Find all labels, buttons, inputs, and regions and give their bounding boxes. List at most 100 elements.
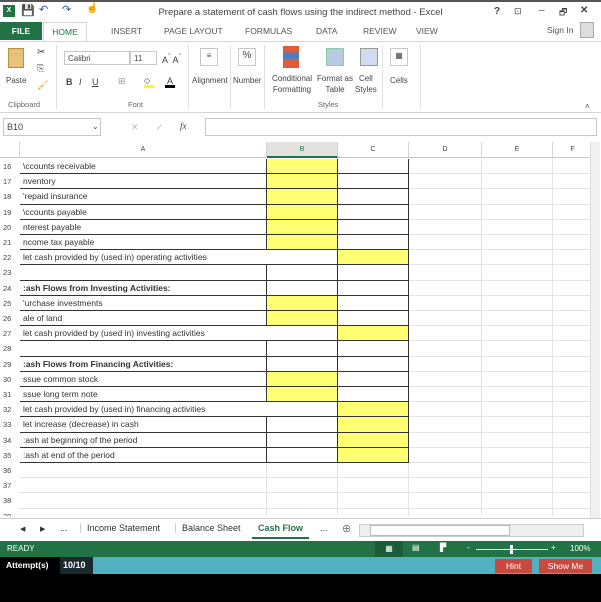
- row-label-cell[interactable]: ncome tax payable: [20, 235, 267, 251]
- cell-b[interactable]: [267, 265, 338, 281]
- hint-button[interactable]: Hint: [495, 559, 532, 573]
- formula-input[interactable]: [205, 118, 597, 136]
- cell[interactable]: [553, 463, 590, 479]
- cell[interactable]: [482, 250, 553, 266]
- cell[interactable]: [482, 478, 553, 494]
- row-label-cell[interactable]: 'urchase investments: [20, 295, 267, 311]
- format-painter-icon[interactable]: 🖌: [37, 80, 48, 91]
- cell[interactable]: [553, 220, 590, 235]
- cell[interactable]: [553, 159, 590, 175]
- underline-button[interactable]: U: [92, 77, 99, 87]
- input-cell-b[interactable]: [267, 159, 338, 175]
- input-cell-c[interactable]: [338, 402, 409, 418]
- tab-page-layout[interactable]: PAGE LAYOUT: [164, 26, 223, 36]
- input-cell-b[interactable]: [267, 311, 338, 327]
- more-sheets-left[interactable]: ...: [60, 523, 68, 533]
- column-header[interactable]: E: [482, 142, 553, 158]
- input-cell-b[interactable]: [267, 371, 338, 387]
- row-header[interactable]: 16: [0, 159, 20, 175]
- cell-c[interactable]: [338, 341, 409, 357]
- cell[interactable]: [553, 493, 590, 509]
- tab-review[interactable]: REVIEW: [363, 26, 397, 36]
- grow-font-icon[interactable]: Aˆ Aˇ: [162, 52, 181, 65]
- row-label-cell[interactable]: [20, 508, 267, 516]
- cell[interactable]: [409, 478, 482, 494]
- sheet-tab-balance-sheet[interactable]: Balance Sheet: [175, 523, 241, 533]
- cell-styles-icon[interactable]: [360, 48, 378, 66]
- row-label-cell[interactable]: :ash at beginning of the period: [20, 432, 267, 448]
- row-label-cell[interactable]: ssue common stock: [20, 371, 267, 387]
- input-cell-c[interactable]: [338, 432, 409, 448]
- row-header[interactable]: 22: [0, 250, 20, 266]
- cell[interactable]: [482, 341, 553, 357]
- italic-button[interactable]: I: [79, 77, 82, 87]
- row-header[interactable]: 31: [0, 387, 20, 403]
- cell-b[interactable]: [267, 478, 338, 494]
- cell-c[interactable]: [338, 311, 409, 327]
- input-cell-c[interactable]: [338, 250, 409, 266]
- sheet-tab-income-statement[interactable]: Income Statement: [80, 523, 160, 533]
- tab-formulas[interactable]: FORMULAS: [245, 26, 292, 36]
- row-header[interactable]: 25: [0, 295, 20, 311]
- cell[interactable]: [482, 463, 553, 479]
- cell[interactable]: [409, 356, 482, 372]
- number-format-icon[interactable]: %: [238, 48, 256, 66]
- row-header[interactable]: 19: [0, 204, 20, 220]
- conditional-formatting-icon[interactable]: [283, 46, 299, 68]
- cell[interactable]: [409, 159, 482, 175]
- cell-b[interactable]: [267, 447, 338, 463]
- cell-c[interactable]: [338, 493, 409, 509]
- format-as-table-button[interactable]: Format as Table: [317, 73, 353, 95]
- cell[interactable]: [553, 189, 590, 205]
- alignment-button[interactable]: Alignment: [192, 76, 228, 85]
- cell-b[interactable]: [267, 356, 338, 372]
- row-label-cell[interactable]: let increase (decrease) in cash: [20, 417, 267, 433]
- enter-icon[interactable]: ✓: [156, 122, 164, 133]
- collapse-ribbon-icon[interactable]: ˄: [585, 102, 590, 111]
- row-label-cell[interactable]: [20, 478, 267, 494]
- chevron-down-icon[interactable]: ⌄: [92, 122, 99, 131]
- cell[interactable]: [409, 265, 482, 281]
- close-button[interactable]: ✕: [580, 5, 588, 16]
- row-header[interactable]: 21: [0, 235, 20, 251]
- row-label-cell[interactable]: :ash at end of the period: [20, 447, 267, 463]
- cell[interactable]: [553, 402, 590, 418]
- cell-b[interactable]: [267, 463, 338, 479]
- cut-icon[interactable]: ✂: [37, 47, 45, 58]
- cell[interactable]: [409, 417, 482, 433]
- cell[interactable]: [482, 295, 553, 311]
- font-size-dropdown[interactable]: 11: [130, 51, 157, 65]
- cell[interactable]: [482, 219, 553, 235]
- cell[interactable]: [482, 508, 553, 516]
- cell-c[interactable]: [338, 280, 409, 296]
- cell[interactable]: [553, 326, 590, 342]
- select-all-corner[interactable]: [0, 142, 20, 158]
- row-label-cell[interactable]: \ccounts receivable: [20, 159, 267, 175]
- row-header[interactable]: 36: [0, 463, 20, 479]
- number-button[interactable]: Number: [233, 76, 261, 85]
- ribbon-display-icon[interactable]: ⊡: [514, 6, 522, 17]
- cell[interactable]: [482, 235, 553, 251]
- row-label-cell[interactable]: ale of land: [20, 311, 267, 327]
- cell[interactable]: [482, 326, 553, 342]
- cell[interactable]: [553, 433, 590, 448]
- scroll-tabs-left-icon[interactable]: ◀: [20, 525, 25, 533]
- cells-button[interactable]: Cells: [390, 76, 408, 85]
- row-label-cell[interactable]: 'repaid insurance: [20, 189, 267, 205]
- add-sheet-icon[interactable]: ⊕: [342, 522, 351, 535]
- cell[interactable]: [482, 311, 553, 327]
- input-cell-b[interactable]: [267, 189, 338, 205]
- cell[interactable]: [482, 174, 553, 190]
- row-label-cell[interactable]: :ash Flows from Financing Activities:: [20, 356, 267, 372]
- scrollbar-thumb[interactable]: [370, 525, 510, 536]
- column-header[interactable]: F: [553, 142, 590, 158]
- cell[interactable]: [553, 311, 590, 327]
- cell-c[interactable]: [338, 174, 409, 190]
- row-header[interactable]: 26: [0, 311, 20, 327]
- cell[interactable]: [482, 417, 553, 433]
- cell[interactable]: [482, 204, 553, 220]
- minimize-button[interactable]: –: [539, 5, 545, 16]
- cell-b[interactable]: [267, 493, 338, 509]
- cell-c[interactable]: [338, 189, 409, 205]
- scroll-tabs-right-icon[interactable]: ▶: [40, 525, 45, 533]
